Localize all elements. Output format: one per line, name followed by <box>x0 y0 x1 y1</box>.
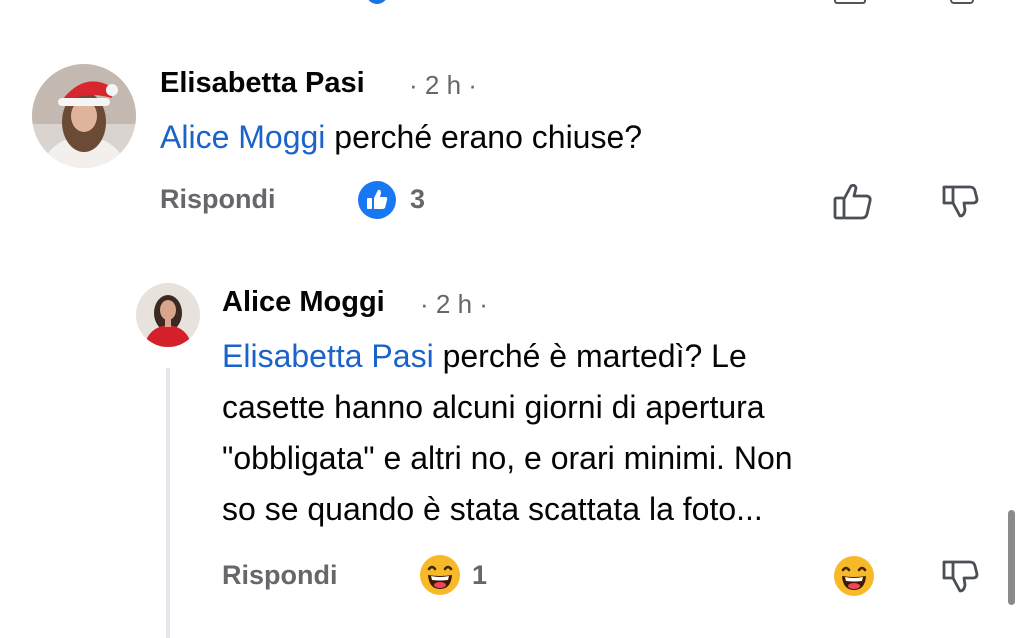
avatar[interactable] <box>136 283 200 347</box>
comment-timestamp: · 2 h · <box>409 70 477 100</box>
previous-comment-actions-clipped <box>0 0 1024 6</box>
mention-link[interactable]: Elisabetta Pasi <box>222 338 434 374</box>
avatar-elisabetta-icon <box>32 64 136 168</box>
thread-line <box>166 368 170 638</box>
comment-author[interactable]: Elisabetta Pasi <box>160 67 365 100</box>
dislike-icon-clipped[interactable] <box>950 0 974 4</box>
comment-line: so se quando è stata scattata la foto... <box>222 491 763 527</box>
avatar-alice-icon <box>136 283 200 347</box>
comment-text: Elisabetta Pasi perché è martedì? Le cas… <box>222 331 982 535</box>
laughing-emoji-icon[interactable] <box>418 553 462 597</box>
avatar[interactable] <box>32 64 136 168</box>
scrollbar[interactable] <box>1008 510 1015 605</box>
thumbs-down-icon[interactable] <box>940 181 980 221</box>
comment-line: Elisabetta Pasi perché è martedì? Le <box>222 331 982 382</box>
comment-text: Alice Moggi perché erano chiuse? <box>160 112 642 163</box>
like-icon[interactable] <box>356 179 398 221</box>
reaction-count[interactable]: 1 <box>472 560 487 591</box>
thumbs-down-icon[interactable] <box>940 556 980 596</box>
mention-link[interactable]: Alice Moggi <box>160 119 325 155</box>
laughing-reaction-button-icon[interactable] <box>832 554 876 598</box>
comment-text-body: perché erano chiuse? <box>325 119 643 155</box>
reaction-icon-clipped <box>366 0 388 4</box>
comment-line: casette hanno alcuni giorni di apertura <box>222 389 765 425</box>
reaction-count[interactable]: 3 <box>410 184 425 215</box>
comments-thread: Elisabetta Pasi · 2 h · Alice Moggi perc… <box>0 0 1024 638</box>
comment-author[interactable]: Alice Moggi <box>222 286 385 319</box>
like-icon-clipped[interactable] <box>834 0 866 4</box>
comment-line: "obbligata" e altri no, e orari minimi. … <box>222 440 793 476</box>
reply-button[interactable]: Rispondi <box>160 184 276 215</box>
comment-text-body: perché è martedì? Le <box>433 338 747 374</box>
thumbs-up-icon[interactable] <box>832 181 874 221</box>
reply-button[interactable]: Rispondi <box>222 560 338 591</box>
comment-timestamp: · 2 h · <box>420 289 488 319</box>
